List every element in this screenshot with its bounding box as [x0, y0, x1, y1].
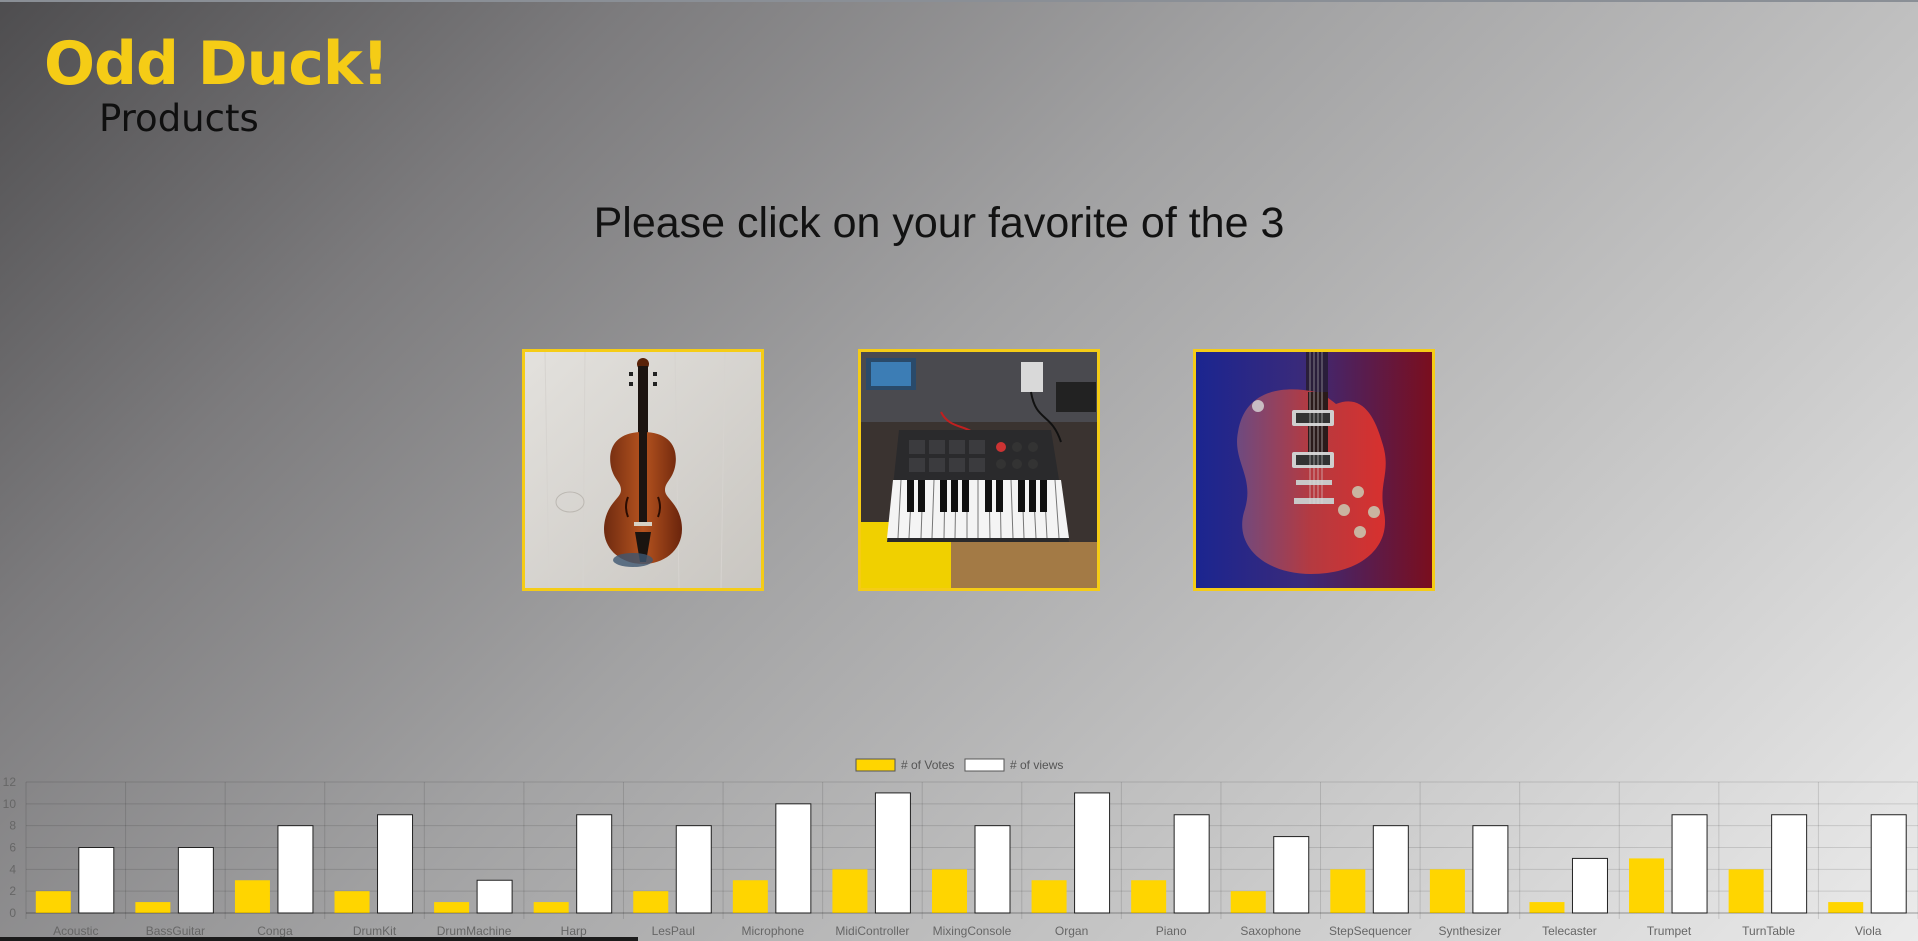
bar-votes-LesPaul[interactable] — [633, 891, 669, 913]
bar-views-StepSequencer[interactable] — [1372, 825, 1409, 914]
bar-votes-BassGuitar[interactable] — [135, 902, 171, 913]
x-tick-label: Telecaster — [1542, 924, 1597, 938]
bar-votes-DrumMachine[interactable] — [434, 902, 470, 913]
x-tick-label: DrumKit — [353, 924, 397, 938]
top-border — [0, 0, 1918, 2]
bar-views-LesPaul[interactable] — [675, 825, 712, 914]
bar-views-Synthesizer[interactable] — [1472, 825, 1509, 914]
bar-votes-Conga[interactable] — [234, 880, 270, 913]
bar-votes-Viola[interactable] — [1828, 902, 1864, 913]
y-tick-label: 4 — [9, 862, 16, 876]
bar-votes-Acoustic[interactable] — [35, 891, 71, 913]
y-tick-label: 8 — [9, 819, 16, 833]
bar-views-Acoustic[interactable] — [78, 847, 115, 914]
y-tick-label: 2 — [9, 884, 16, 898]
legend-label-1[interactable]: # of views — [1010, 758, 1063, 772]
x-tick-label: Harp — [561, 924, 587, 938]
y-tick-label: 12 — [3, 775, 17, 789]
les-paul-guitar-image[interactable] — [1193, 349, 1435, 591]
x-tick-label: Piano — [1156, 924, 1187, 938]
x-tick-label: Saxophone — [1240, 924, 1301, 938]
bar-votes-Saxophone[interactable] — [1230, 891, 1266, 913]
x-tick-label: MixingConsole — [933, 924, 1012, 938]
x-tick-label: Synthesizer — [1439, 924, 1502, 938]
bottom-bar — [0, 937, 638, 941]
bar-votes-Synthesizer[interactable] — [1429, 869, 1465, 913]
bar-votes-Trumpet[interactable] — [1629, 858, 1665, 913]
x-tick-label: Conga — [257, 924, 293, 938]
bar-views-Conga[interactable] — [277, 825, 314, 914]
bar-views-MidiController[interactable] — [874, 792, 911, 914]
legend-swatch-0[interactable] — [855, 758, 896, 772]
vote-instructions: Please click on your favorite of the 3 — [593, 199, 1285, 247]
results-chart-svg: # of Votes # of views 0 2 4 6 8 10 12 Acoustic Bas… — [3, 758, 1918, 938]
bar-votes-MixingConsole[interactable] — [932, 869, 967, 913]
bar-views-BassGuitar[interactable] — [177, 847, 214, 914]
site-title: Odd Duck! — [44, 29, 389, 99]
x-tick-label: Trumpet — [1647, 924, 1692, 938]
x-tick-label: Microphone — [741, 924, 804, 938]
bar-views-Trumpet[interactable] — [1671, 814, 1708, 914]
bar-views-Organ[interactable] — [1074, 792, 1111, 914]
bar-views-Piano[interactable] — [1173, 814, 1210, 914]
x-tick-label: MidiController — [835, 924, 909, 938]
bar-votes-Microphone[interactable] — [732, 880, 768, 913]
x-tick-label: Acoustic — [53, 924, 98, 938]
y-tick-label: 0 — [9, 906, 16, 920]
x-tick-label: StepSequencer — [1329, 924, 1412, 938]
bar-views-Harp[interactable] — [576, 814, 613, 914]
site-subtitle: Products — [99, 97, 259, 140]
bar-views-Telecaster[interactable] — [1571, 857, 1608, 914]
results-chart: # of Votes # of views 0 2 4 6 8 10 12 Acoustic Bas… — [0, 752, 1918, 941]
x-tick-label: LesPaul — [652, 924, 695, 938]
bar-views-TurnTable[interactable] — [1771, 814, 1808, 914]
legend-swatch-1[interactable] — [964, 758, 1005, 772]
y-tick-label: 10 — [3, 797, 17, 811]
legend-label-0[interactable]: # of Votes — [901, 758, 954, 772]
violin-image[interactable] — [522, 349, 764, 591]
bar-views-Saxophone[interactable] — [1273, 836, 1310, 914]
bar-views-Microphone[interactable] — [775, 803, 812, 914]
bar-votes-TurnTable[interactable] — [1728, 869, 1764, 913]
bar-views-Viola[interactable] — [1870, 814, 1907, 914]
bar-views-DrumKit[interactable] — [377, 814, 414, 914]
bar-votes-StepSequencer[interactable] — [1330, 869, 1366, 913]
x-tick-label: TurnTable — [1742, 924, 1795, 938]
midi-controller-image[interactable] — [858, 349, 1100, 591]
x-tick-label: Organ — [1055, 924, 1088, 938]
y-tick-label: 6 — [9, 841, 16, 855]
bar-votes-MidiController[interactable] — [832, 869, 868, 913]
bar-views-DrumMachine[interactable] — [476, 879, 513, 914]
bar-votes-Piano[interactable] — [1131, 880, 1167, 913]
bar-votes-Harp[interactable] — [533, 902, 569, 913]
bar-votes-Telecaster[interactable] — [1529, 902, 1565, 913]
x-tick-label: DrumMachine — [437, 924, 512, 938]
x-tick-label: Viola — [1855, 924, 1882, 938]
bar-votes-DrumKit[interactable] — [334, 891, 370, 913]
x-tick-label: BassGuitar — [146, 924, 205, 938]
bar-votes-Organ[interactable] — [1031, 880, 1067, 913]
bar-views-MixingConsole[interactable] — [974, 825, 1011, 914]
